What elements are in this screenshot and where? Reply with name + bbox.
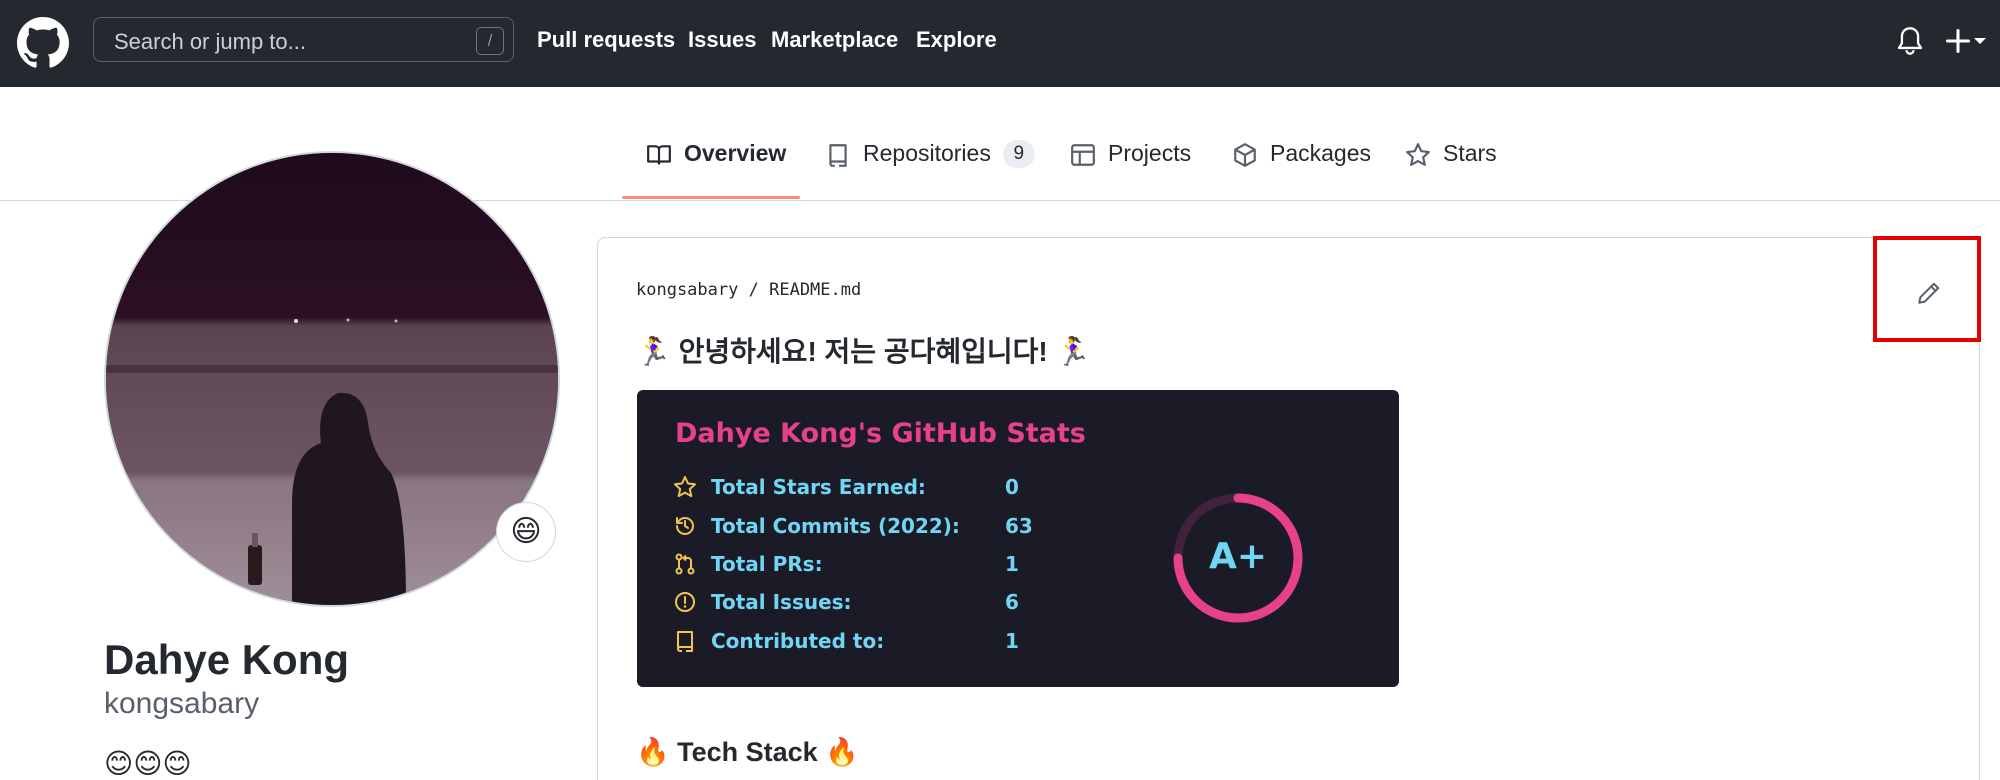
tab-repositories[interactable]: Repositories 9 (825, 140, 1035, 200)
avatar[interactable] (104, 151, 560, 607)
search-shortcut-hint: / (476, 27, 504, 55)
tab-projects[interactable]: Projects (1070, 140, 1191, 200)
tab-repositories-label: Repositories (863, 140, 991, 166)
nav-pull-requests[interactable]: Pull requests (537, 27, 675, 53)
issue-icon (675, 592, 695, 612)
tab-packages-label: Packages (1270, 140, 1372, 166)
tab-overview-label: Overview (684, 140, 787, 166)
stat-value: 6 (1005, 590, 1019, 614)
rank-grade: A+ (1208, 536, 1268, 577)
profile-username: kongsabary (104, 687, 260, 720)
tech-stack-heading: 🔥 Tech Stack 🔥 (636, 737, 859, 767)
notifications-bell-icon[interactable] (1896, 26, 1924, 56)
stat-label: Contributed to: (711, 629, 885, 653)
stat-value: 1 (1005, 552, 1019, 576)
search-input[interactable]: Search or jump to... / (93, 17, 514, 62)
readme-filename: README.md (769, 280, 862, 300)
stat-value: 1 (1005, 629, 1019, 653)
stat-label: Total Commits (2022): (711, 514, 960, 538)
create-new-plus-icon[interactable] (1944, 24, 1972, 58)
stat-label: Total Issues: (711, 590, 852, 614)
tab-packages[interactable]: Packages (1232, 140, 1371, 200)
nav-issues[interactable]: Issues (688, 27, 757, 53)
stat-value: 63 (1005, 514, 1033, 538)
readme-owner-link[interactable]: kongsabary (636, 280, 738, 300)
tab-overview[interactable]: Overview (646, 140, 786, 200)
stat-label: Total Stars Earned: (711, 475, 926, 499)
active-tab-indicator (622, 196, 800, 199)
star-icon (1406, 143, 1430, 166)
edit-button-highlight-box (1873, 236, 1981, 342)
readme-path: kongsabary / README.md (636, 280, 861, 300)
readme-greeting: 🏃‍♀️ 안녕하세요! 저는 공다혜입니다! 🏃‍♀️ (636, 336, 1091, 367)
avatar-photo (106, 153, 558, 605)
search-placeholder: Search or jump to... (114, 29, 306, 54)
repo-icon (829, 144, 847, 167)
repositories-count-badge: 9 (1002, 140, 1035, 168)
history-icon (676, 516, 694, 535)
tab-projects-label: Projects (1108, 140, 1192, 166)
github-stats-card: Dahye Kong's GitHub Stats Total Stars Ea… (637, 390, 1399, 687)
status-emoji-button[interactable]: 😄 (496, 502, 556, 562)
table-icon (1071, 144, 1095, 166)
profile-fullname: Dahye Kong (104, 636, 350, 683)
nav-explore[interactable]: Explore (916, 27, 997, 53)
book-icon (647, 145, 671, 165)
stats-title: Dahye Kong's GitHub Stats (675, 418, 1086, 449)
nav-marketplace[interactable]: Marketplace (771, 27, 898, 53)
tab-stars[interactable]: Stars (1405, 140, 1497, 200)
global-header: Search or jump to... / Pull requests Iss… (0, 0, 2000, 87)
package-icon (1234, 143, 1256, 167)
stat-label: Total PRs: (711, 552, 823, 576)
tab-stars-label: Stars (1443, 140, 1497, 166)
stat-value: 0 (1005, 475, 1019, 499)
profile-bio: 😊😊😊 (104, 748, 192, 779)
pull-request-icon (675, 553, 695, 575)
repo-icon (677, 631, 693, 652)
github-logo-icon[interactable] (17, 17, 69, 69)
chevron-down-icon[interactable] (1973, 36, 1987, 46)
star-icon (674, 476, 696, 498)
path-separator: / (748, 280, 759, 300)
